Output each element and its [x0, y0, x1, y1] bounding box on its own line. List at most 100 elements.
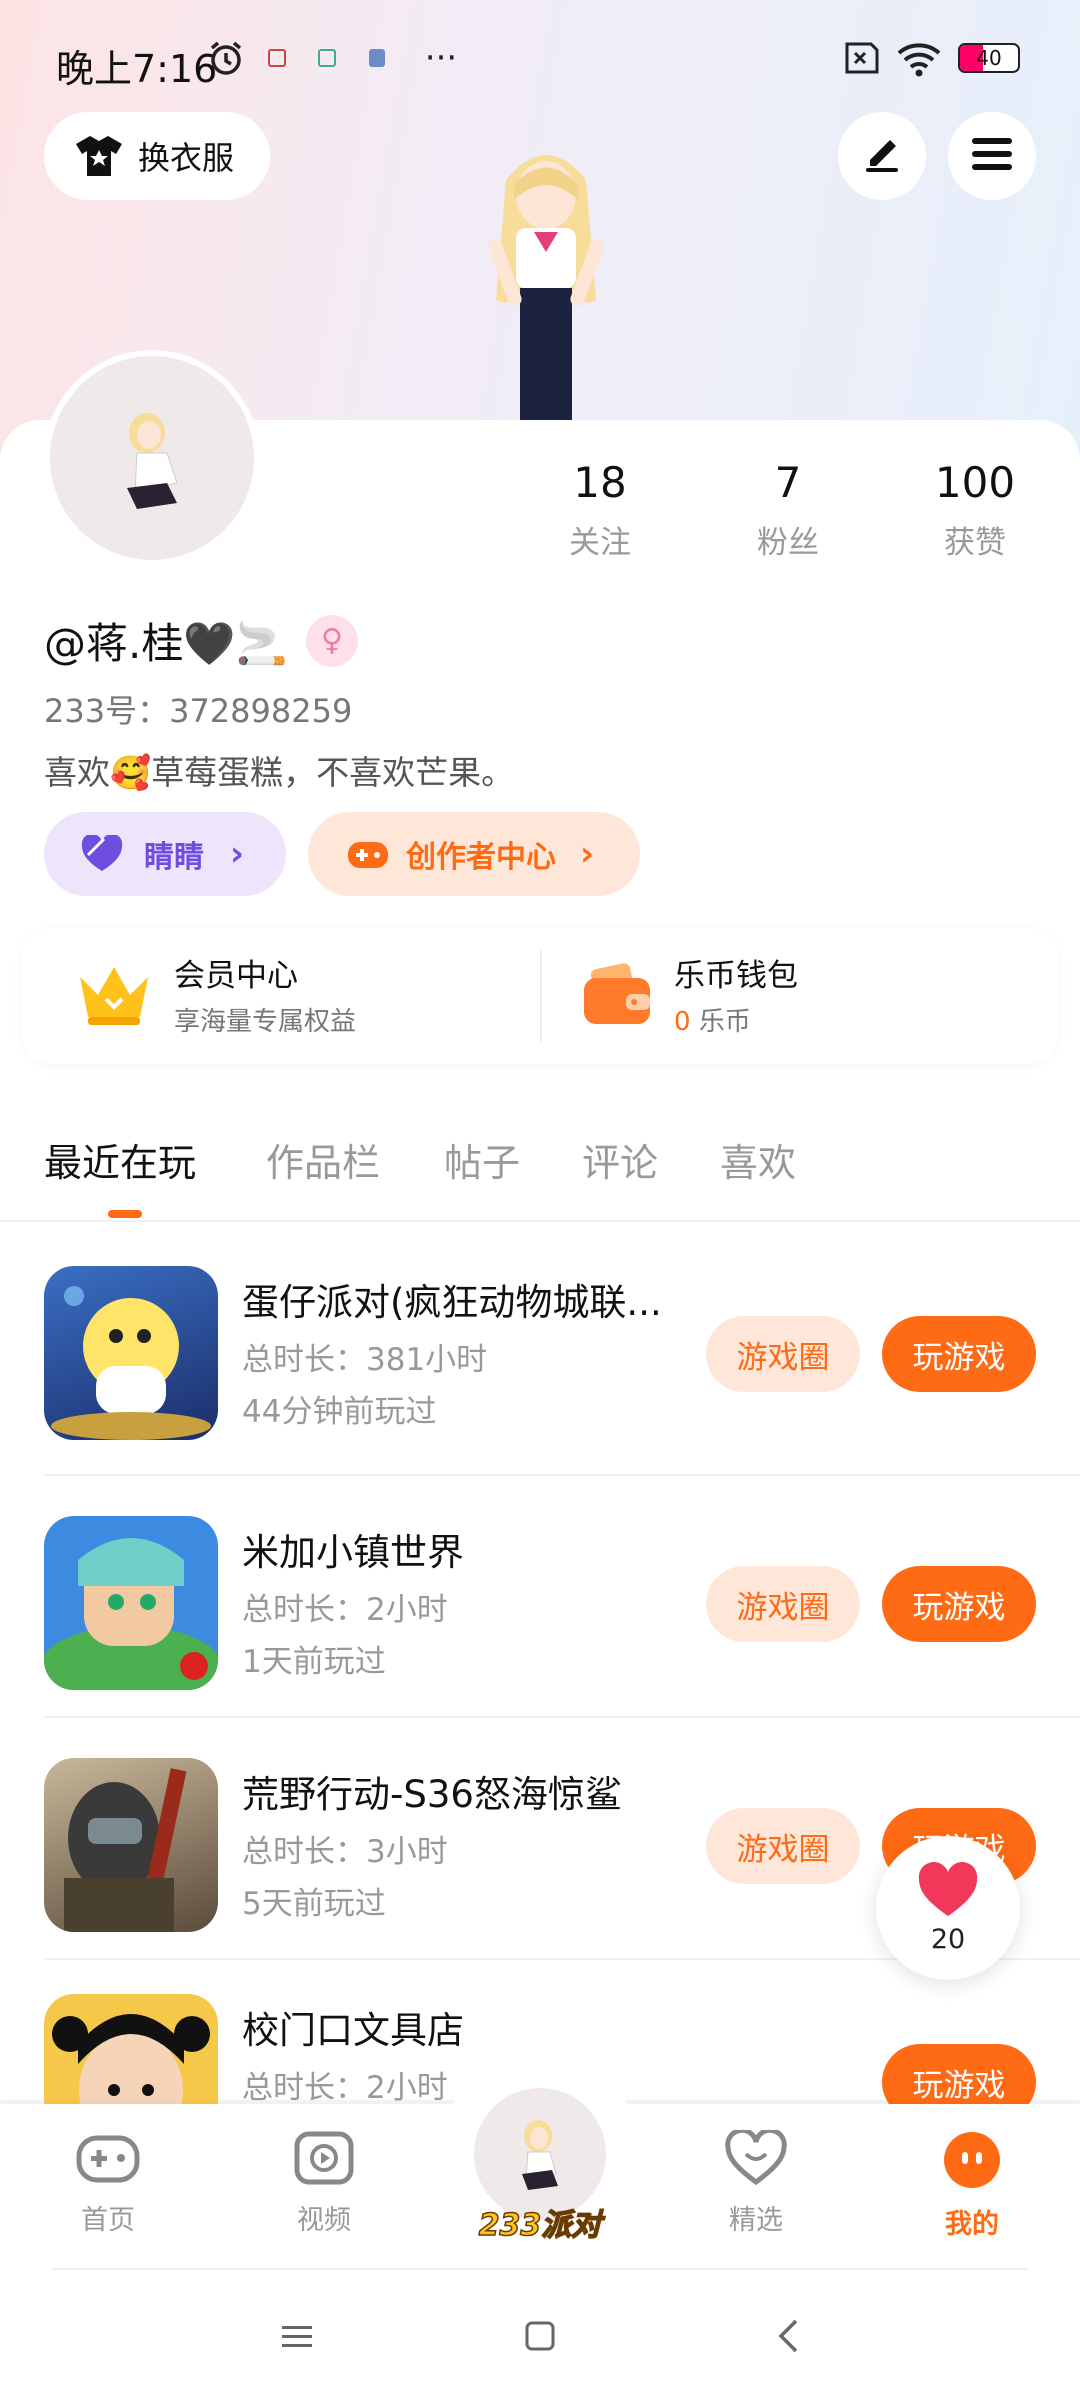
edit-icon	[860, 132, 904, 180]
sim-off-icon	[838, 38, 880, 78]
heart-outline-icon	[724, 2127, 788, 2190]
gender-female-icon: ♀	[305, 614, 358, 667]
mine-face-icon	[942, 2130, 1002, 2194]
system-navigation-bar	[0, 2272, 1080, 2400]
heart-icon	[80, 835, 124, 873]
tab-comments[interactable]: 评论	[582, 1132, 658, 1187]
wallet-unit: 乐币	[698, 1007, 751, 1037]
user-id[interactable]: 233号：372898259	[44, 686, 352, 732]
vip-center-title: 会员中心	[174, 958, 298, 994]
notification-app-icon	[316, 38, 338, 78]
list-divider	[44, 1474, 1080, 1476]
shirt-icon	[74, 134, 124, 178]
game-last-played: 5天前玩过	[242, 1886, 386, 1922]
stat-followers[interactable]: 7 粉丝	[718, 458, 858, 562]
following-label: 关注	[569, 525, 631, 561]
tabs-divider	[0, 1220, 1080, 1222]
game-name: 蛋仔派对(疯狂动物城联...	[242, 1281, 662, 1324]
nav-featured-label: 精选	[729, 2205, 783, 2236]
recent-apps-icon[interactable]	[280, 2322, 314, 2356]
battery-icon: 40	[956, 38, 1022, 78]
play-game-button[interactable]: 玩游戏	[882, 2044, 1036, 2104]
friend-pill-button[interactable]: 睛睛 ›	[44, 812, 286, 896]
battery-level: 40	[976, 46, 1002, 70]
wallet-entry[interactable]: 乐币钱包 0 乐币	[582, 950, 798, 1038]
followers-count: 7	[774, 458, 802, 507]
more-notifications-icon: ···	[424, 38, 458, 78]
username: @蒋.桂🖤🚬 ♀	[44, 610, 358, 671]
game-duration: 总时长：2小时	[242, 1592, 448, 1628]
play-game-button[interactable]: 玩游戏	[882, 1316, 1036, 1392]
avatar-character-image[interactable]	[456, 140, 636, 420]
chevron-right-icon: ›	[230, 834, 245, 874]
game-duration: 总时长：381小时	[242, 1342, 488, 1378]
notification-app-icon	[366, 38, 388, 78]
floating-like-button[interactable]: 20	[876, 1836, 1020, 1980]
tab-posts[interactable]: 帖子	[444, 1132, 520, 1187]
video-play-icon	[293, 2130, 355, 2190]
nav-featured[interactable]: 精选	[686, 2127, 826, 2237]
change-outfit-button[interactable]: 换衣服	[44, 112, 270, 200]
tab-works[interactable]: 作品栏	[266, 1132, 380, 1187]
benefits-divider	[540, 950, 542, 1042]
nav-party-label[interactable]: 233派对	[470, 2200, 610, 2244]
game-duration: 总时长：2小时	[242, 2070, 448, 2104]
profile-avatar[interactable]	[44, 350, 260, 566]
following-count: 18	[573, 458, 627, 507]
game-circle-button[interactable]: 游戏圈	[706, 1808, 860, 1884]
vip-center-entry[interactable]: 会员中心 享海量专属权益	[76, 950, 356, 1038]
tab-likes[interactable]: 喜欢	[720, 1132, 796, 1187]
heart-icon	[917, 1861, 979, 1922]
vip-center-subtitle: 享海量专属权益	[174, 1007, 357, 1037]
wallet-amount: 0	[674, 1007, 691, 1037]
followers-label: 粉丝	[757, 525, 819, 561]
creator-center-label: 创作者中心	[406, 840, 556, 875]
alarm-icon	[206, 38, 246, 78]
stat-following[interactable]: 18 关注	[530, 458, 670, 562]
game-name: 校门口文具店	[242, 2009, 464, 2052]
tab-recent-play[interactable]: 最近在玩	[44, 1132, 196, 1187]
likes-count: 100	[934, 458, 1016, 507]
creator-center-button[interactable]: 创作者中心 ›	[308, 812, 640, 896]
crown-icon	[76, 961, 152, 1027]
nav-home[interactable]: 首页	[38, 2130, 178, 2237]
back-icon[interactable]	[776, 2318, 800, 2358]
gamepad-icon	[346, 836, 390, 872]
home-icon[interactable]	[524, 2320, 556, 2356]
game-duration: 总时长：3小时	[242, 1834, 448, 1870]
chevron-right-icon: ›	[580, 834, 595, 874]
game-icon	[44, 1516, 218, 1690]
nav-mine[interactable]: 我的	[902, 2130, 1042, 2241]
wallet-title: 乐币钱包	[674, 958, 798, 994]
game-list-item[interactable]: 米加小镇世界 总时长：2小时 1天前玩过 游戏圈 玩游戏	[0, 1516, 1080, 1758]
game-name: 米加小镇世界	[242, 1531, 464, 1574]
nav-mine-label: 我的	[945, 2209, 999, 2240]
wifi-icon	[894, 38, 944, 78]
username-text: @蒋.桂🖤🚬	[44, 619, 288, 668]
game-icon	[44, 1266, 218, 1440]
game-circle-button[interactable]: 游戏圈	[706, 1316, 860, 1392]
game-name: 荒野行动-S36怒海惊鲨	[242, 1773, 622, 1816]
friend-pill-label: 睛睛	[144, 840, 204, 875]
status-bar: 晚上7:16 ··· 40	[0, 0, 1080, 120]
stat-likes[interactable]: 100 获赞	[905, 458, 1045, 562]
like-count: 20	[930, 1923, 966, 1955]
game-icon	[44, 1994, 218, 2104]
nav-home-label: 首页	[81, 2205, 135, 2236]
menu-button[interactable]	[948, 112, 1036, 200]
active-tab-indicator	[108, 1210, 142, 1218]
nav-video-label: 视频	[297, 2205, 351, 2236]
game-last-played: 1天前玩过	[242, 1644, 386, 1680]
game-list-item[interactable]: 蛋仔派对(疯狂动物城联... 总时长：381小时 44分钟前玩过 游戏圈 玩游戏	[0, 1266, 1080, 1508]
notification-app-icon	[266, 38, 288, 78]
menu-icon	[970, 134, 1014, 178]
nav-video[interactable]: 视频	[254, 2130, 394, 2237]
game-last-played: 44分钟前玩过	[242, 1394, 437, 1430]
play-game-button[interactable]: 玩游戏	[882, 1566, 1036, 1642]
game-circle-button[interactable]: 游戏圈	[706, 1566, 860, 1642]
nav-divider	[52, 2268, 1028, 2270]
user-bio: 喜欢🥰草莓蛋糕，不喜欢芒果。	[44, 753, 515, 792]
likes-label: 获赞	[944, 525, 1006, 561]
game-icon	[44, 1758, 218, 1932]
edit-profile-button[interactable]	[838, 112, 926, 200]
